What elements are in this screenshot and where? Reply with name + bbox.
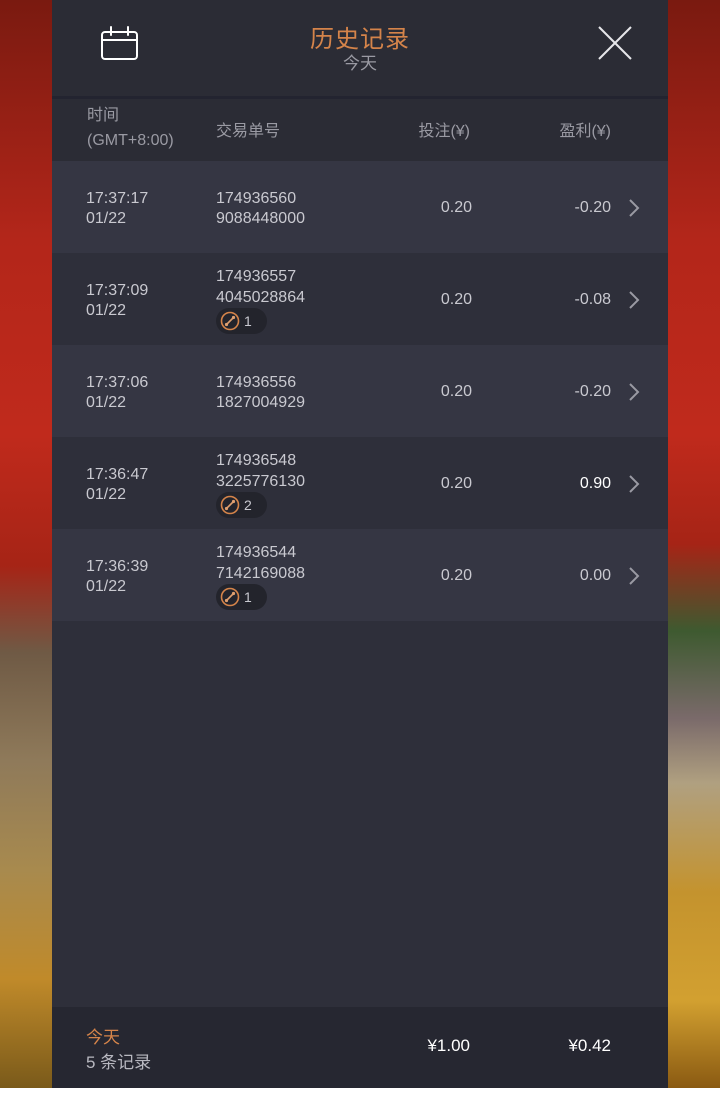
total-bet: ¥1.00 — [427, 1036, 470, 1055]
column-bet: 投注(¥) — [418, 123, 470, 140]
row-profit: 0.00 — [579, 567, 611, 584]
spin-icon — [220, 311, 240, 331]
badge-count: 2 — [244, 497, 252, 513]
chevron-right-icon — [629, 475, 640, 493]
row-bet: 0.20 — [440, 567, 472, 584]
row-date: 01/22 — [86, 486, 127, 503]
row-profit: 0.90 — [579, 475, 611, 492]
free-spin-badge: 1 — [216, 308, 267, 334]
row-bet: 0.20 — [440, 475, 472, 492]
summary-footer: 今天 5 条记录 ¥1.00 ¥0.42 — [52, 1007, 668, 1088]
row-order-line1: 174936548 — [216, 452, 297, 469]
header-bar: 历史记录 今天 — [52, 0, 668, 99]
row-order-line1: 174936556 — [216, 374, 297, 391]
free-spin-badge: 1 — [216, 584, 267, 610]
row-date: 01/22 — [86, 210, 127, 227]
history-row[interactable]: 17:37:09 01/22 174936557 4045028864 1 0.… — [52, 253, 668, 345]
row-date: 01/22 — [86, 302, 127, 319]
history-row[interactable]: 17:36:39 01/22 174936544 7142169088 1 0.… — [52, 529, 668, 621]
row-time: 17:36:47 — [86, 466, 149, 483]
row-order-line2: 1827004929 — [216, 394, 305, 411]
record-count: 5 条记录 — [86, 1053, 152, 1072]
history-list: 17:37:17 01/22 174936560 9088448000 0.20… — [52, 161, 668, 621]
badge-count: 1 — [244, 589, 252, 605]
row-order-line2: 9088448000 — [216, 210, 305, 227]
summary-period: 今天 — [86, 1028, 120, 1047]
column-order: 交易单号 — [216, 123, 281, 140]
history-panel: 历史记录 今天 时间 (GMT+8:00) 交易单号 投注(¥) 盈利(¥) 1… — [52, 0, 668, 1088]
close-button[interactable] — [596, 24, 634, 62]
history-row[interactable]: 17:36:47 01/22 174936548 3225776130 2 0.… — [52, 437, 668, 529]
row-order-line1: 174936557 — [216, 268, 297, 285]
column-timezone: (GMT+8:00) — [87, 132, 174, 149]
chevron-right-icon — [629, 383, 640, 401]
history-row[interactable]: 17:37:17 01/22 174936560 9088448000 0.20… — [52, 161, 668, 253]
row-order-line1: 174936560 — [216, 190, 297, 207]
background-left — [0, 0, 52, 1088]
row-order-line2: 3225776130 — [216, 473, 305, 490]
row-time: 17:37:09 — [86, 282, 149, 299]
row-profit: -0.20 — [574, 383, 611, 400]
row-order-line1: 174936544 — [216, 544, 297, 561]
history-row[interactable]: 17:37:06 01/22 174936556 1827004929 0.20… — [52, 345, 668, 437]
row-bet: 0.20 — [440, 199, 472, 216]
spin-icon — [220, 587, 240, 607]
chevron-right-icon — [629, 567, 640, 585]
badge-count: 1 — [244, 313, 252, 329]
background-right — [668, 0, 720, 1088]
row-order-line2: 4045028864 — [216, 289, 305, 306]
spin-icon — [220, 495, 240, 515]
row-date: 01/22 — [86, 394, 127, 411]
column-profit: 盈利(¥) — [559, 123, 611, 140]
row-time: 17:37:06 — [86, 374, 149, 391]
column-time: 时间 — [87, 107, 120, 124]
page-subtitle: 今天 — [343, 54, 377, 73]
row-profit: -0.08 — [574, 291, 611, 308]
row-bet: 0.20 — [440, 291, 472, 308]
total-profit: ¥0.42 — [568, 1036, 611, 1055]
row-date: 01/22 — [86, 578, 127, 595]
row-profit: -0.20 — [574, 199, 611, 216]
free-spin-badge: 2 — [216, 492, 267, 518]
row-time: 17:36:39 — [86, 558, 149, 575]
column-header: 时间 (GMT+8:00) 交易单号 投注(¥) 盈利(¥) — [52, 99, 668, 161]
row-time: 17:37:17 — [86, 190, 149, 207]
chevron-right-icon — [629, 199, 640, 217]
close-icon — [598, 26, 632, 60]
chevron-right-icon — [629, 291, 640, 309]
row-order-line2: 7142169088 — [216, 565, 305, 582]
row-bet: 0.20 — [440, 383, 472, 400]
